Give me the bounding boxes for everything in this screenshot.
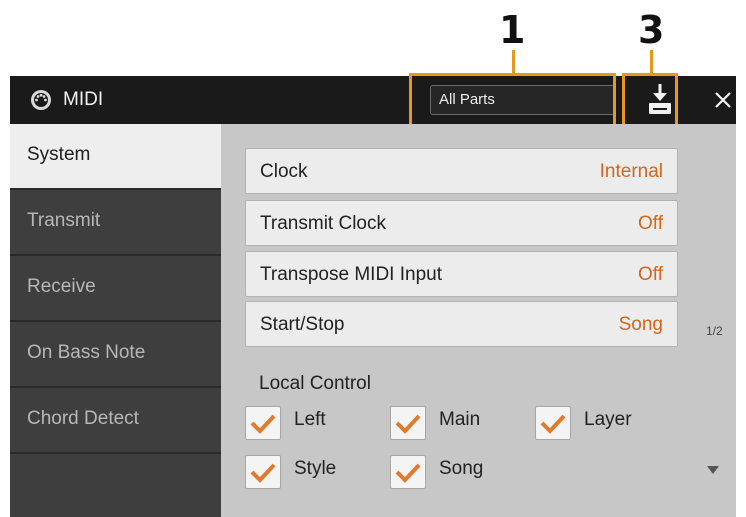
page-indicator: 1/2 — [706, 324, 723, 338]
checkbox-main[interactable]: Main — [390, 402, 520, 442]
tab-label: On Bass Note — [27, 342, 146, 363]
checkbox-label: Song — [439, 458, 484, 479]
close-button[interactable] — [707, 84, 739, 116]
tab-system[interactable]: System — [10, 124, 221, 190]
tab-receive[interactable]: Receive — [10, 256, 221, 322]
checkmark-icon — [395, 414, 421, 434]
tab-list: System Transmit Receive On Bass Note Cho… — [10, 124, 221, 517]
checkmark-icon — [540, 414, 566, 434]
checkmark-icon — [250, 463, 276, 483]
tab-label: Transmit — [27, 210, 101, 231]
callout-line-1 — [512, 50, 515, 73]
midi-connector-icon — [31, 90, 51, 110]
setting-label: Clock — [260, 161, 308, 182]
setting-row-transpose-midi-input[interactable]: Transpose MIDI Input Off — [245, 251, 678, 297]
checkbox-style[interactable]: Style — [245, 451, 375, 491]
checkbox-label: Main — [439, 409, 481, 430]
setting-value: Song — [618, 314, 663, 335]
callout-box-1 — [409, 73, 616, 127]
checkbox-label: Left — [294, 409, 326, 430]
checkbox-song[interactable]: Song — [390, 451, 520, 491]
checkmark-icon — [250, 414, 276, 434]
setting-row-start-stop[interactable]: Start/Stop Song — [245, 301, 678, 347]
checkbox-label: Style — [294, 458, 337, 479]
tab-transmit[interactable]: Transmit — [10, 190, 221, 256]
tab-label: Chord Detect — [27, 408, 139, 429]
tab-label: System — [27, 144, 91, 165]
checkmark-icon — [395, 463, 421, 483]
callout-box-3 — [622, 73, 678, 127]
setting-value: Off — [638, 213, 663, 234]
setting-row-clock[interactable]: Clock Internal — [245, 148, 678, 194]
scroll-down-arrow-icon[interactable] — [706, 464, 720, 476]
callout-line-3 — [650, 50, 653, 73]
checkbox-layer[interactable]: Layer — [535, 402, 665, 442]
main-panel: System Transmit Receive On Bass Note Cho… — [10, 124, 736, 517]
checkbox-label: Layer — [584, 409, 632, 430]
tab-on-bass-note[interactable]: On Bass Note — [10, 322, 221, 388]
window-title: MIDI — [63, 89, 104, 110]
close-icon — [715, 92, 731, 108]
checkbox-box — [535, 406, 571, 440]
setting-label: Start/Stop — [260, 314, 345, 335]
setting-value: Internal — [599, 161, 663, 182]
checkbox-box — [390, 406, 426, 440]
setting-label: Transpose MIDI Input — [260, 264, 442, 285]
setting-row-transmit-clock[interactable]: Transmit Clock Off — [245, 200, 678, 246]
callout-number-3: 3 — [638, 8, 665, 52]
setting-value: Off — [638, 264, 663, 285]
callout-number-1: 1 — [499, 8, 526, 52]
tab-chord-detect[interactable]: Chord Detect — [10, 388, 221, 454]
tab-label: Receive — [27, 276, 96, 297]
checkbox-left[interactable]: Left — [245, 402, 375, 442]
local-control-title: Local Control — [259, 373, 371, 394]
checkbox-box — [245, 406, 281, 440]
setting-label: Transmit Clock — [260, 213, 386, 234]
checkbox-box — [245, 455, 281, 489]
checkbox-box — [390, 455, 426, 489]
